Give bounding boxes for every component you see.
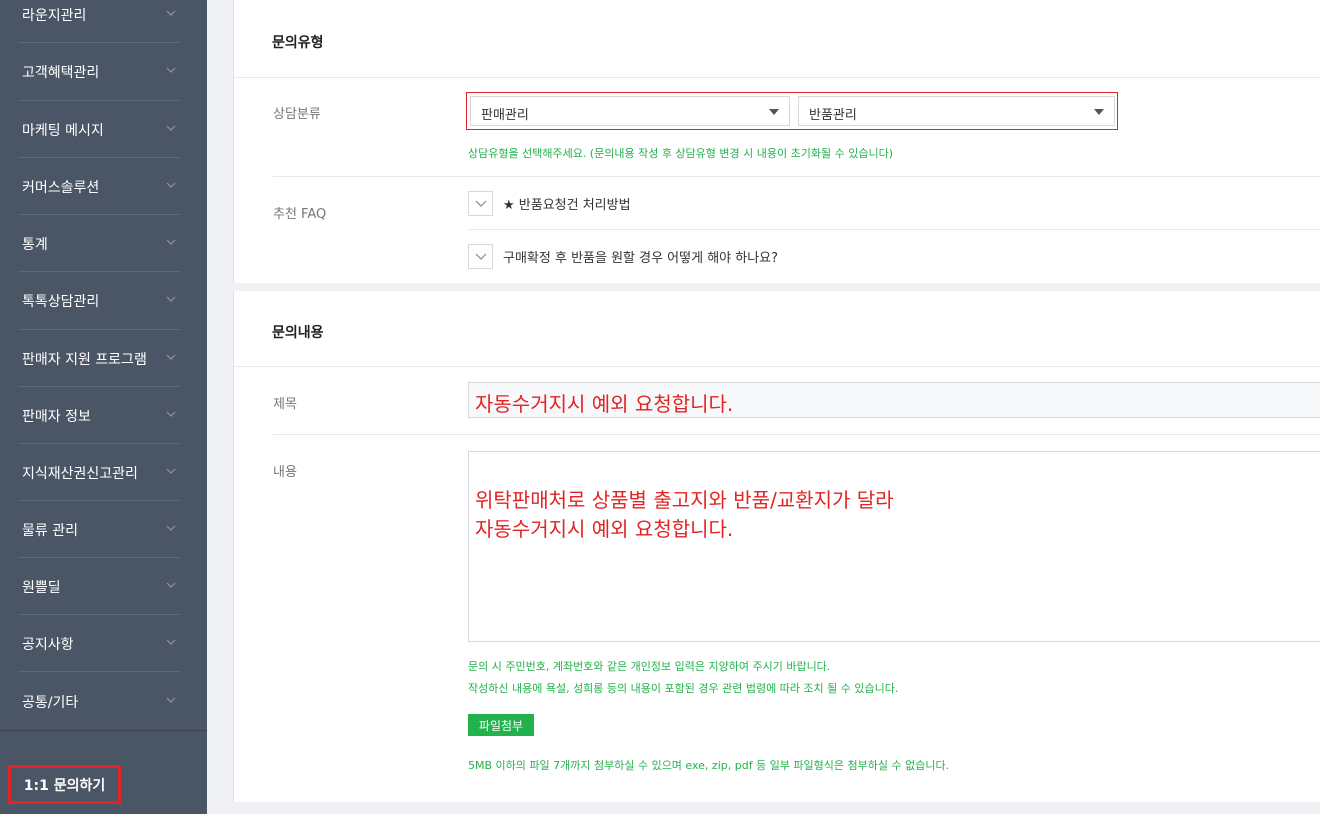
subject-input[interactable]: 자동수거지시 예외 요청합니다.: [468, 382, 1320, 418]
chevron-down-icon: [166, 525, 176, 531]
attach-file-label: 파일첨부: [478, 718, 524, 733]
sidebar-item-label: 지식재산권신고관리: [22, 465, 138, 482]
secondary-category-select[interactable]: 반품관리: [798, 96, 1115, 126]
one-on-one-inquiry-button[interactable]: 1:1 문의하기: [8, 765, 121, 804]
faq-toggle-button[interactable]: [468, 191, 493, 216]
chevron-down-icon: [166, 125, 176, 131]
divider: [234, 366, 1320, 367]
sidebar-item-statistics[interactable]: 통계: [0, 215, 207, 272]
sidebar: 라운지관리 고객혜택관리 마케팅 메시지 커머스솔루션 통계 톡톡상담관리 판매…: [0, 0, 207, 814]
sidebar-item-ip-report[interactable]: 지식재산권신고관리: [0, 444, 207, 501]
sidebar-item-label: 판매자 지원 프로그램: [22, 351, 147, 368]
divider: [0, 730, 207, 731]
sidebar-item-commerce-solution[interactable]: 커머스솔루션: [0, 158, 207, 215]
section-title-inquiry-content: 문의내용: [272, 325, 324, 341]
subject-value: 자동수거지시 예외 요청합니다.: [475, 392, 734, 416]
divider: [234, 77, 1320, 78]
divider: [273, 434, 1320, 435]
sidebar-item-label: 판매자 정보: [22, 408, 91, 425]
chevron-down-icon: [475, 200, 487, 207]
sidebar-item-label: 물류 관리: [22, 522, 78, 539]
sidebar-item-label: 마케팅 메시지: [22, 122, 104, 139]
chevron-down-icon: [166, 239, 176, 245]
chevron-down-icon: [166, 639, 176, 645]
chevron-down-icon: [166, 582, 176, 588]
inquiry-content-panel: 문의내용 제목 자동수거지시 예외 요청합니다. 내용 위탁판매처로 상품별 출…: [233, 291, 1320, 802]
sidebar-item-marketing-message[interactable]: 마케팅 메시지: [0, 101, 207, 158]
attach-file-button[interactable]: 파일첨부: [468, 714, 534, 736]
faq-item-text: 구매확정 후 반품을 원할 경우 어떻게 해야 하나요?: [503, 251, 779, 266]
sidebar-item-label: 공통/기타: [22, 694, 79, 711]
sidebar-item-customer-benefit[interactable]: 고객혜택관리: [0, 43, 207, 100]
caret-down-icon: [1094, 109, 1104, 115]
sidebar-item-notice[interactable]: 공지사항: [0, 615, 207, 672]
chevron-down-icon: [166, 354, 176, 360]
divider: [18, 671, 180, 672]
sidebar-item-label: 원쁠딜: [22, 579, 61, 596]
sidebar-item-common-etc[interactable]: 공통/기타: [0, 673, 207, 730]
faq-label: 추천 FAQ: [273, 207, 327, 222]
chevron-down-icon: [475, 253, 487, 260]
inquiry-button-label: 1:1 문의하기: [23, 777, 106, 794]
sidebar-item-lounge[interactable]: 라운지관리: [0, 0, 207, 43]
sidebar-item-label: 커머스솔루션: [22, 179, 100, 196]
category-label: 상담분류: [273, 107, 321, 122]
body-line: 위탁판매처로 상품별 출고지와 반품/교환지가 달라: [475, 488, 894, 512]
attach-note: 5MB 이하의 파일 7개까지 첨부하실 수 있으며 exe, zip, pdf…: [468, 759, 950, 772]
section-title-inquiry-type: 문의유형: [272, 35, 324, 51]
sidebar-item-label: 톡톡상담관리: [22, 293, 100, 310]
sidebar-item-label: 고객혜택관리: [22, 64, 100, 81]
sidebar-item-logistics[interactable]: 물류 관리: [0, 501, 207, 558]
chevron-down-icon: [166, 67, 176, 73]
divider: [273, 176, 1320, 177]
chevron-down-icon: [166, 411, 176, 417]
privacy-note: 문의 시 주민번호, 계좌번호와 같은 개인정보 입력은 지양하여 주시기 바랍…: [468, 660, 831, 673]
faq-toggle-button[interactable]: [468, 244, 493, 269]
chevron-down-icon: [166, 296, 176, 302]
sidebar-item-label: 라운지관리: [22, 7, 87, 24]
faq-item[interactable]: 구매확정 후 반품을 원할 경우 어떻게 해야 하나요?: [468, 244, 778, 269]
faq-item-text: ★ 반품요청건 처리방법: [503, 198, 631, 213]
caret-down-icon: [769, 109, 779, 115]
sidebar-item-label: 공지사항: [22, 636, 74, 653]
subject-label: 제목: [273, 397, 297, 412]
body-textarea[interactable]: 위탁판매처로 상품별 출고지와 반품/교환지가 달라 자동수거지시 예외 요청합…: [468, 451, 1320, 642]
sidebar-item-oneplus-deal[interactable]: 원쁠딜: [0, 558, 207, 615]
chevron-down-icon: [166, 182, 176, 188]
sidebar-item-label: 통계: [22, 236, 48, 253]
sidebar-item-talktalk[interactable]: 톡톡상담관리: [0, 272, 207, 329]
sidebar-item-seller-support[interactable]: 판매자 지원 프로그램: [0, 330, 207, 387]
body-line: 자동수거지시 예외 요청합니다.: [475, 517, 734, 541]
primary-category-select[interactable]: 판매관리: [470, 96, 790, 126]
chevron-down-icon: [166, 468, 176, 474]
chevron-down-icon: [166, 10, 176, 16]
divider: [468, 229, 1320, 230]
faq-item[interactable]: ★ 반품요청건 처리방법: [468, 191, 631, 216]
category-note: 상담유형을 선택해주세요. (문의내용 작성 후 상담유형 변경 시 내용이 초…: [468, 147, 893, 160]
chevron-down-icon: [166, 697, 176, 703]
primary-category-value: 판매관리: [481, 108, 529, 123]
abuse-note: 작성하신 내용에 욕설, 성희롱 등의 내용이 포함된 경우 관련 법령에 따라…: [468, 682, 899, 695]
secondary-category-value: 반품관리: [809, 108, 857, 123]
inquiry-type-panel: 문의유형 상담분류 판매관리 반품관리 상담유형을 선택해주세요. (문의내용 …: [233, 0, 1320, 283]
sidebar-item-seller-info[interactable]: 판매자 정보: [0, 387, 207, 444]
category-select-group: 판매관리 반품관리: [466, 92, 1118, 130]
body-label: 내용: [273, 465, 297, 480]
